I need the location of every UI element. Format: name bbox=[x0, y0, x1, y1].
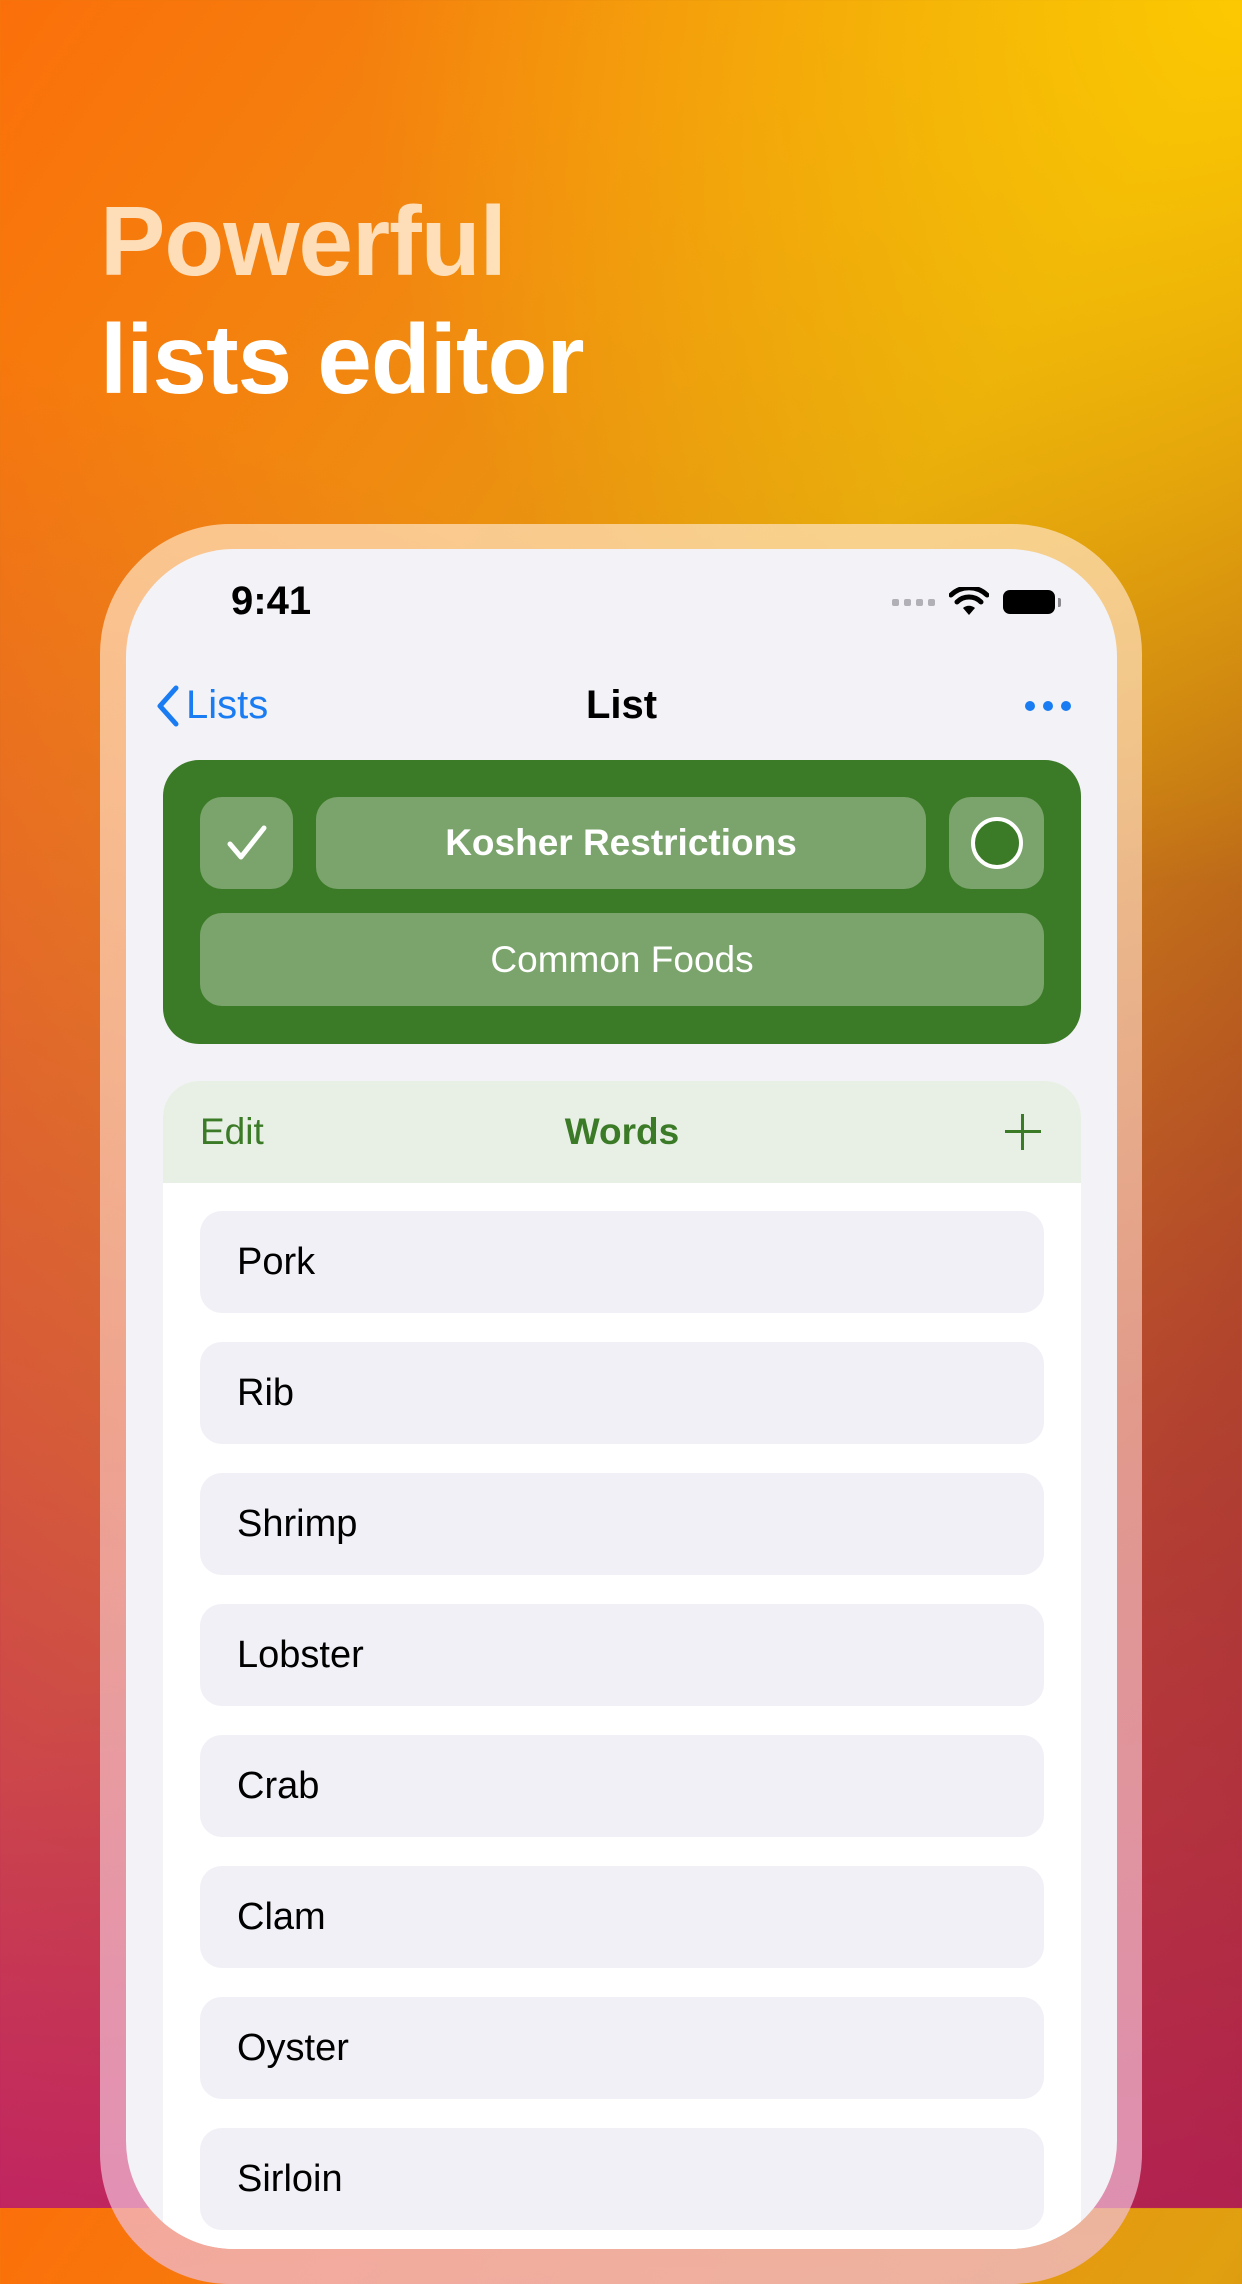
status-time: 9:41 bbox=[231, 579, 312, 623]
phone-screen: 9:41 Lists List Kosher Restrictions Comm… bbox=[126, 549, 1117, 2249]
headline: Powerful lists editor bbox=[100, 182, 585, 418]
headline-line-2: lists editor bbox=[100, 304, 585, 414]
color-picker-button[interactable] bbox=[949, 797, 1044, 889]
battery-icon bbox=[1003, 590, 1061, 614]
words-title: Words bbox=[564, 1111, 680, 1152]
list-header-card: Kosher Restrictions Common Foods bbox=[163, 760, 1081, 1044]
list-item[interactable]: Crab bbox=[200, 1735, 1044, 1837]
list-title-field[interactable]: Kosher Restrictions bbox=[316, 797, 926, 889]
list-category-field[interactable]: Common Foods bbox=[200, 913, 1044, 1006]
list-item[interactable]: Pork bbox=[200, 1211, 1044, 1313]
ellipsis-icon bbox=[1025, 701, 1035, 711]
color-circle-icon bbox=[970, 817, 1023, 869]
list-item[interactable]: Clam bbox=[200, 1866, 1044, 1968]
cellular-signal-icon bbox=[892, 598, 935, 606]
list-item[interactable]: Oyster bbox=[200, 1997, 1044, 2099]
nav-title: List bbox=[585, 683, 658, 727]
words-header: Edit Words bbox=[163, 1081, 1081, 1183]
add-word-button[interactable] bbox=[1005, 1114, 1041, 1150]
list-item[interactable]: Shrimp bbox=[200, 1473, 1044, 1575]
list-item[interactable]: Rib bbox=[200, 1342, 1044, 1444]
headline-line-1: Powerful bbox=[100, 186, 507, 296]
words-list: Pork Rib Shrimp Lobster Crab Clam Oyster… bbox=[200, 1211, 1044, 2249]
checkmark-icon bbox=[227, 825, 266, 860]
select-list-button[interactable] bbox=[200, 797, 293, 889]
wifi-icon bbox=[949, 587, 989, 615]
list-item[interactable]: Lobster bbox=[200, 1604, 1044, 1706]
status-icons bbox=[892, 587, 1061, 617]
list-item[interactable]: Sirloin bbox=[200, 2128, 1044, 2230]
more-options-button[interactable] bbox=[1025, 701, 1071, 711]
words-section: Edit Words Pork Rib Shrimp Lobster Crab … bbox=[163, 1081, 1081, 2249]
